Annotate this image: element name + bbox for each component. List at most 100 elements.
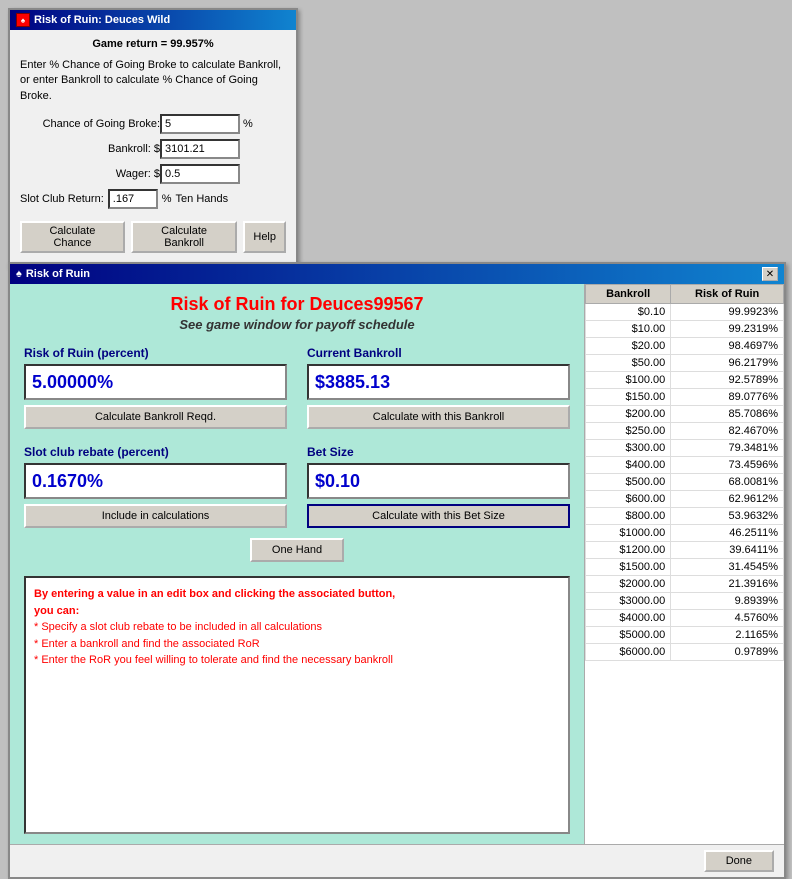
chance-input[interactable] <box>160 114 240 134</box>
calculate-chance-button[interactable]: Calculate Chance <box>20 221 125 253</box>
small-window-title-bar: ♠ Risk of Ruin: Deuces Wild <box>10 10 296 30</box>
table-cell-ror: 4.5760% <box>671 610 784 627</box>
info-line5: * Enter the RoR you feel willing to tole… <box>34 654 393 666</box>
small-window: ♠ Risk of Ruin: Deuces Wild Game return … <box>8 8 298 267</box>
table-row: $100.0092.5789% <box>586 372 784 389</box>
table-cell-ror: 92.5789% <box>671 372 784 389</box>
help-button[interactable]: Help <box>243 221 286 253</box>
current-bankroll-section: Current Bankroll $3885.13 Calculate with… <box>307 346 570 429</box>
info-box: By entering a value in an edit box and c… <box>24 576 570 834</box>
table-cell-ror: 46.2511% <box>671 525 784 542</box>
description-text: Enter % Chance of Going Broke to calcula… <box>20 58 286 104</box>
table-cell-bankroll: $2000.00 <box>586 576 671 593</box>
one-hand-button[interactable]: One Hand <box>250 538 344 562</box>
table-cell-ror: 82.4670% <box>671 423 784 440</box>
game-return-text: Game return = 99.957% <box>20 38 286 50</box>
slot-rebate-box: 0.1670% <box>24 463 287 499</box>
table-cell-bankroll: $150.00 <box>586 389 671 406</box>
slot-club-label: Slot Club Return: <box>20 193 104 205</box>
table-row: $250.0082.4670% <box>586 423 784 440</box>
small-window-title: Risk of Ruin: Deuces Wild <box>34 14 170 26</box>
table-row: $0.1099.9923% <box>586 304 784 321</box>
current-bankroll-box: $3885.13 <box>307 364 570 400</box>
table-cell-bankroll: $600.00 <box>586 491 671 508</box>
table-cell-bankroll: $400.00 <box>586 457 671 474</box>
table-row: $200.0085.7086% <box>586 406 784 423</box>
current-bankroll-value: $3885.13 <box>315 372 390 393</box>
table-cell-bankroll: $100.00 <box>586 372 671 389</box>
table-cell-ror: 9.8939% <box>671 593 784 610</box>
table-cell-bankroll: $5000.00 <box>586 627 671 644</box>
wager-label: Wager: $ <box>20 168 160 180</box>
table-cell-ror: 79.3481% <box>671 440 784 457</box>
table-cell-ror: 99.2319% <box>671 321 784 338</box>
slot-club-input[interactable] <box>108 189 158 209</box>
table-cell-bankroll: $800.00 <box>586 508 671 525</box>
ror-subtitle: See game window for payoff schedule <box>24 317 570 332</box>
window-icon: ♠ <box>16 13 30 27</box>
table-row: $300.0079.3481% <box>586 440 784 457</box>
table-row: $50.0096.2179% <box>586 355 784 372</box>
bet-size-label: Bet Size <box>307 445 570 459</box>
info-line3: * Specify a slot club rebate to be inclu… <box>34 621 322 633</box>
table-cell-ror: 0.9789% <box>671 644 784 661</box>
table-row: $6000.000.9789% <box>586 644 784 661</box>
calc-with-bankroll-button[interactable]: Calculate with this Bankroll <box>307 405 570 429</box>
calculate-bankroll-button[interactable]: Calculate Bankroll <box>131 221 238 253</box>
table-cell-ror: 39.6411% <box>671 542 784 559</box>
right-panel: Bankroll Risk of Ruin $0.1099.9923%$10.0… <box>584 284 784 844</box>
ror-percent-value: 5.00000% <box>32 372 113 393</box>
table-cell-ror: 62.9612% <box>671 491 784 508</box>
bet-size-box: $0.10 <box>307 463 570 499</box>
bankroll-label: Bankroll: $ <box>20 143 160 155</box>
table-row: $1000.0046.2511% <box>586 525 784 542</box>
large-window-title-bar: ♠ Risk of Ruin ✕ <box>10 264 784 284</box>
table-cell-bankroll: $4000.00 <box>586 610 671 627</box>
done-button[interactable]: Done <box>704 850 774 872</box>
ror-table: Bankroll Risk of Ruin $0.1099.9923%$10.0… <box>585 284 784 661</box>
table-row: $20.0098.4697% <box>586 338 784 355</box>
table-cell-bankroll: $300.00 <box>586 440 671 457</box>
table-cell-ror: 98.4697% <box>671 338 784 355</box>
slot-rebate-section: Slot club rebate (percent) 0.1670% Inclu… <box>24 445 287 528</box>
col-ror-header: Risk of Ruin <box>671 285 784 304</box>
table-cell-bankroll: $20.00 <box>586 338 671 355</box>
left-panel: Risk of Ruin for Deuces99567 See game wi… <box>10 284 584 844</box>
table-cell-bankroll: $200.00 <box>586 406 671 423</box>
table-cell-bankroll: $1200.00 <box>586 542 671 559</box>
close-button[interactable]: ✕ <box>762 267 778 281</box>
table-cell-bankroll: $500.00 <box>586 474 671 491</box>
calc-bankroll-reqd-button[interactable]: Calculate Bankroll Reqd. <box>24 405 287 429</box>
table-row: $3000.009.8939% <box>586 593 784 610</box>
bet-size-value: $0.10 <box>315 471 360 492</box>
chance-label: Chance of Going Broke: <box>20 118 160 130</box>
table-cell-bankroll: $250.00 <box>586 423 671 440</box>
table-row: $2000.0021.3916% <box>586 576 784 593</box>
calc-bet-size-button[interactable]: Calculate with this Bet Size <box>307 504 570 528</box>
table-cell-bankroll: $6000.00 <box>586 644 671 661</box>
current-bankroll-label: Current Bankroll <box>307 346 570 360</box>
info-line1: By entering a value in an edit box and c… <box>34 588 395 600</box>
include-calc-button[interactable]: Include in calculations <box>24 504 287 528</box>
table-cell-bankroll: $1500.00 <box>586 559 671 576</box>
bet-size-section: Bet Size $0.10 Calculate with this Bet S… <box>307 445 570 528</box>
bankroll-input[interactable] <box>160 139 240 159</box>
table-row: $150.0089.0776% <box>586 389 784 406</box>
slot-rebate-value: 0.1670% <box>32 471 103 492</box>
large-window-icon: ♠ <box>16 268 22 280</box>
ror-percent-section: Risk of Ruin (percent) 5.00000% Calculat… <box>24 346 287 429</box>
table-row: $4000.004.5760% <box>586 610 784 627</box>
table-row: $500.0068.0081% <box>586 474 784 491</box>
slot-rebate-label: Slot club rebate (percent) <box>24 445 287 459</box>
table-cell-bankroll: $50.00 <box>586 355 671 372</box>
large-window: ♠ Risk of Ruin ✕ Risk of Ruin for Deuces… <box>8 262 786 879</box>
slot-hands-text: Ten Hands <box>176 193 229 205</box>
large-window-title: Risk of Ruin <box>26 268 90 280</box>
wager-input[interactable] <box>160 164 240 184</box>
table-cell-ror: 2.1165% <box>671 627 784 644</box>
bottom-bar: Done <box>10 844 784 877</box>
table-row: $1500.0031.4545% <box>586 559 784 576</box>
table-cell-bankroll: $0.10 <box>586 304 671 321</box>
table-cell-ror: 21.3916% <box>671 576 784 593</box>
table-cell-ror: 68.0081% <box>671 474 784 491</box>
